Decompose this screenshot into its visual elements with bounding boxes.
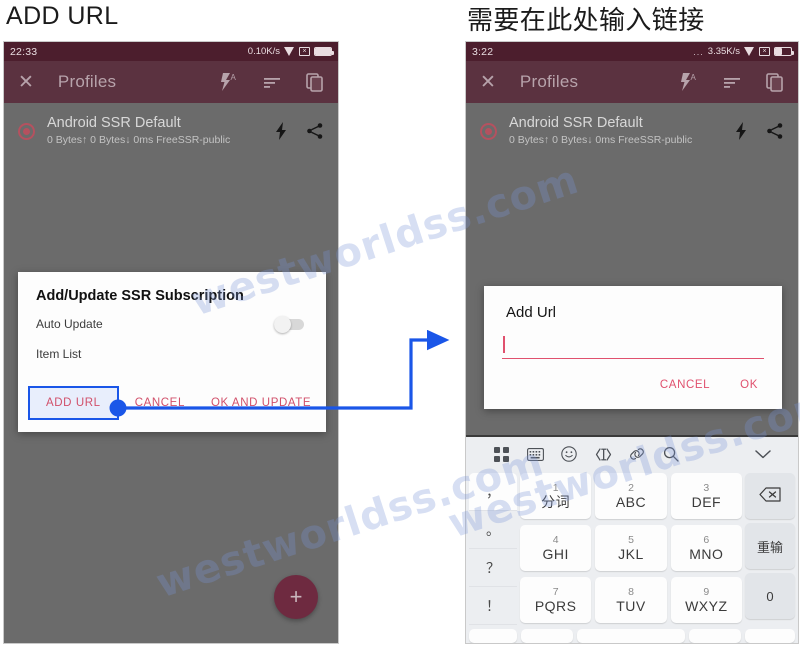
status-time: 22:33 <box>10 45 38 58</box>
app-bar-right: ✕ Profiles A <box>466 61 798 103</box>
key-3[interactable]: 3 DEF <box>670 473 742 519</box>
auto-update-toggle[interactable] <box>274 316 308 333</box>
dialog-actions: ADD URL CANCEL OK AND UPDATE <box>18 372 326 432</box>
radio-selected-icon[interactable] <box>480 123 497 140</box>
add-profile-fab[interactable]: + <box>274 575 318 619</box>
plus-icon: + <box>289 584 303 609</box>
profile-list-item[interactable]: Android SSR Default 0 Bytes↑ 0 Bytes↓ 0m… <box>4 103 338 147</box>
status-network-speed: 3.35K/s <box>707 46 740 57</box>
url-input[interactable] <box>502 335 764 359</box>
dialog-actions: CANCEL OK <box>484 359 782 409</box>
profile-name: Android SSR Default <box>509 115 643 131</box>
key-exclaim[interactable]: ！ <box>469 587 517 625</box>
key-symbol-switch[interactable] <box>469 629 517 643</box>
battery-full-icon <box>314 47 334 56</box>
copy-icon[interactable] <box>306 72 324 92</box>
flash-auto-icon[interactable]: A <box>680 72 698 92</box>
svg-text:A: A <box>691 73 697 82</box>
key-6[interactable]: 6 MNO <box>670 525 742 571</box>
share-icon[interactable] <box>306 122 324 145</box>
item-list-row[interactable]: Item List <box>18 334 326 364</box>
key-dot[interactable] <box>689 629 741 643</box>
profile-list-item[interactable]: Android SSR Default 0 Bytes↑ 0 Bytes↓ 0m… <box>466 103 798 147</box>
caption-left: ADD URL <box>6 2 119 30</box>
auto-update-row[interactable]: Auto Update <box>18 304 326 334</box>
add-url-dialog: Add Url CANCEL OK <box>484 286 782 409</box>
caption-right: 需要在此处输入链接 <box>467 5 705 35</box>
key-4[interactable]: 4 GHI <box>520 525 592 571</box>
key-7[interactable]: 7 PQRS <box>520 577 592 623</box>
x-box-icon: × <box>299 47 310 56</box>
key-0[interactable]: 0 <box>745 573 795 619</box>
app-bar-title: Profiles <box>519 72 579 91</box>
wifi-icon <box>284 47 295 56</box>
cancel-button[interactable]: CANCEL <box>652 373 718 397</box>
status-time: 3:22 <box>472 45 494 58</box>
sort-icon[interactable] <box>723 72 741 92</box>
add-url-button[interactable]: ADD URL <box>28 386 119 420</box>
key-question[interactable]: ？ <box>469 549 517 587</box>
ok-and-update-button[interactable]: OK AND UPDATE <box>201 389 321 417</box>
bolt-icon[interactable] <box>734 121 748 146</box>
status-dots: ... <box>693 46 704 57</box>
cancel-button[interactable]: CANCEL <box>125 389 195 417</box>
status-bar-left: 22:33 0.10K/s × <box>4 42 338 61</box>
key-space[interactable] <box>576 629 686 643</box>
ok-button[interactable]: OK <box>732 373 766 397</box>
toggle-knob <box>274 316 291 333</box>
key-9[interactable]: 9 WXYZ <box>670 577 742 623</box>
dialog-title: Add Url <box>506 304 557 321</box>
backspace-icon <box>759 487 781 505</box>
share-icon[interactable] <box>766 122 784 145</box>
text-caret <box>503 336 505 353</box>
key-8[interactable]: 8 TUV <box>595 577 667 623</box>
reinput-key[interactable]: 重输 <box>745 523 795 569</box>
x-box-icon: × <box>759 47 770 56</box>
sort-icon[interactable] <box>263 72 281 92</box>
close-icon[interactable]: ✕ <box>18 73 34 92</box>
item-list-label: Item List <box>36 347 82 361</box>
profile-subtitle: 0 Bytes↑ 0 Bytes↓ 0ms FreeSSR-public <box>47 134 231 146</box>
key-lang-switch[interactable] <box>521 629 573 643</box>
copy-icon[interactable] <box>766 72 784 92</box>
keyboard-right-column: 重输 0 <box>745 473 795 625</box>
backspace-key[interactable] <box>745 473 795 519</box>
keyboard-bottom-row <box>466 625 798 643</box>
svg-text:A: A <box>231 73 237 82</box>
phone-screenshot-right: 3:22 ... 3.35K/s × ✕ Profiles A Android … <box>465 41 799 644</box>
wifi-icon <box>744 47 755 56</box>
app-bar-title: Profiles <box>57 72 117 91</box>
auto-update-label: Auto Update <box>36 317 103 331</box>
status-network-speed: 0.10K/s <box>247 46 280 57</box>
status-bar-right: 3:22 ... 3.35K/s × <box>466 42 798 61</box>
app-bar-left: ✕ Profiles A <box>4 61 338 103</box>
battery-half-icon <box>774 47 794 56</box>
radio-selected-icon[interactable] <box>18 123 35 140</box>
key-enter[interactable] <box>744 629 795 643</box>
bolt-icon[interactable] <box>274 121 288 146</box>
profile-name: Android SSR Default <box>47 115 181 131</box>
flash-auto-icon[interactable]: A <box>220 72 238 92</box>
screenshot-root: ADD URL 需要在此处输入链接 22:33 0.10K/s × ✕ Prof… <box>0 0 800 645</box>
close-icon[interactable]: ✕ <box>480 73 496 92</box>
key-5[interactable]: 5 JKL <box>595 525 667 571</box>
profile-subtitle: 0 Bytes↑ 0 Bytes↓ 0ms FreeSSR-public <box>509 134 693 146</box>
